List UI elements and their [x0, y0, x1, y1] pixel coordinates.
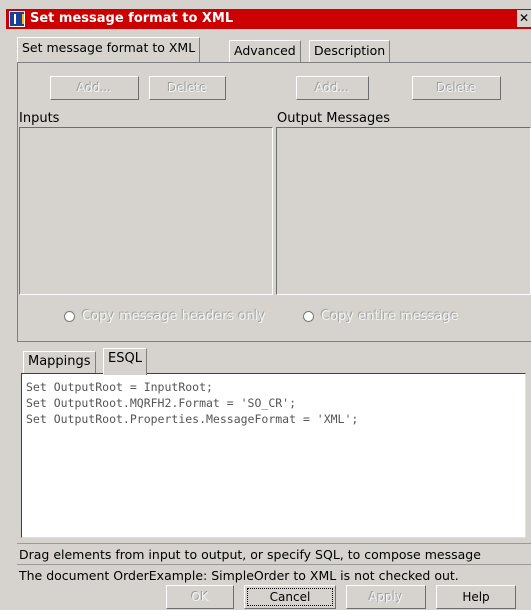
- inputs-add-button[interactable]: Add...: [50, 76, 139, 100]
- cancel-button[interactable]: Cancel: [244, 585, 336, 609]
- esql-line: Set OutputRoot.Properties.MessageFormat …: [26, 412, 359, 426]
- close-icon[interactable]: ✕: [517, 10, 531, 27]
- copy-options: Copy message headers only Copy entire me…: [17, 296, 531, 342]
- inputs-list[interactable]: [19, 127, 273, 295]
- tab-esql[interactable]: ESQL: [103, 348, 147, 375]
- outputs-delete-button[interactable]: Delete: [412, 76, 501, 100]
- copy-entire-radio[interactable]: [303, 311, 314, 322]
- status-divider: [17, 543, 531, 544]
- app-icon: [9, 11, 25, 27]
- tab-set-message-format[interactable]: Set message format to XML: [17, 37, 201, 62]
- copy-headers-label: Copy message headers only: [82, 309, 266, 324]
- copy-entire-label: Copy entire message: [321, 309, 459, 324]
- outputs-add-button[interactable]: Add...: [296, 76, 369, 100]
- checkout-status: The document OrderExample: SimpleOrder t…: [19, 568, 459, 583]
- title-bar[interactable]: Set message format to XML ✕: [6, 9, 531, 29]
- esql-line: Set OutputRoot.MQRFH2.Format = 'SO_CR';: [26, 396, 297, 410]
- ok-button[interactable]: OK: [166, 585, 234, 609]
- tab-mappings[interactable]: Mappings: [23, 351, 96, 374]
- hint-text: Drag elements from input to output, or s…: [19, 547, 481, 562]
- output-messages-label: Output Messages: [277, 111, 391, 126]
- help-button[interactable]: Help: [436, 585, 516, 609]
- inputs-delete-button[interactable]: Delete: [149, 76, 226, 100]
- status-divider: [17, 564, 531, 565]
- inputs-label: Inputs: [19, 111, 60, 126]
- copy-headers-radio[interactable]: [64, 311, 75, 322]
- esql-editor[interactable]: Set OutputRoot = InputRoot; Set OutputRo…: [21, 373, 526, 538]
- dialog-window: Set message format to XML ✕ Set message …: [0, 0, 531, 610]
- output-messages-list[interactable]: [276, 127, 531, 295]
- esql-line: Set OutputRoot = InputRoot;: [26, 380, 213, 394]
- apply-button[interactable]: Apply: [346, 585, 426, 609]
- tab-description[interactable]: Description: [309, 40, 391, 62]
- window-title: Set message format to XML: [30, 11, 234, 26]
- tab-advanced[interactable]: Advanced: [229, 40, 301, 62]
